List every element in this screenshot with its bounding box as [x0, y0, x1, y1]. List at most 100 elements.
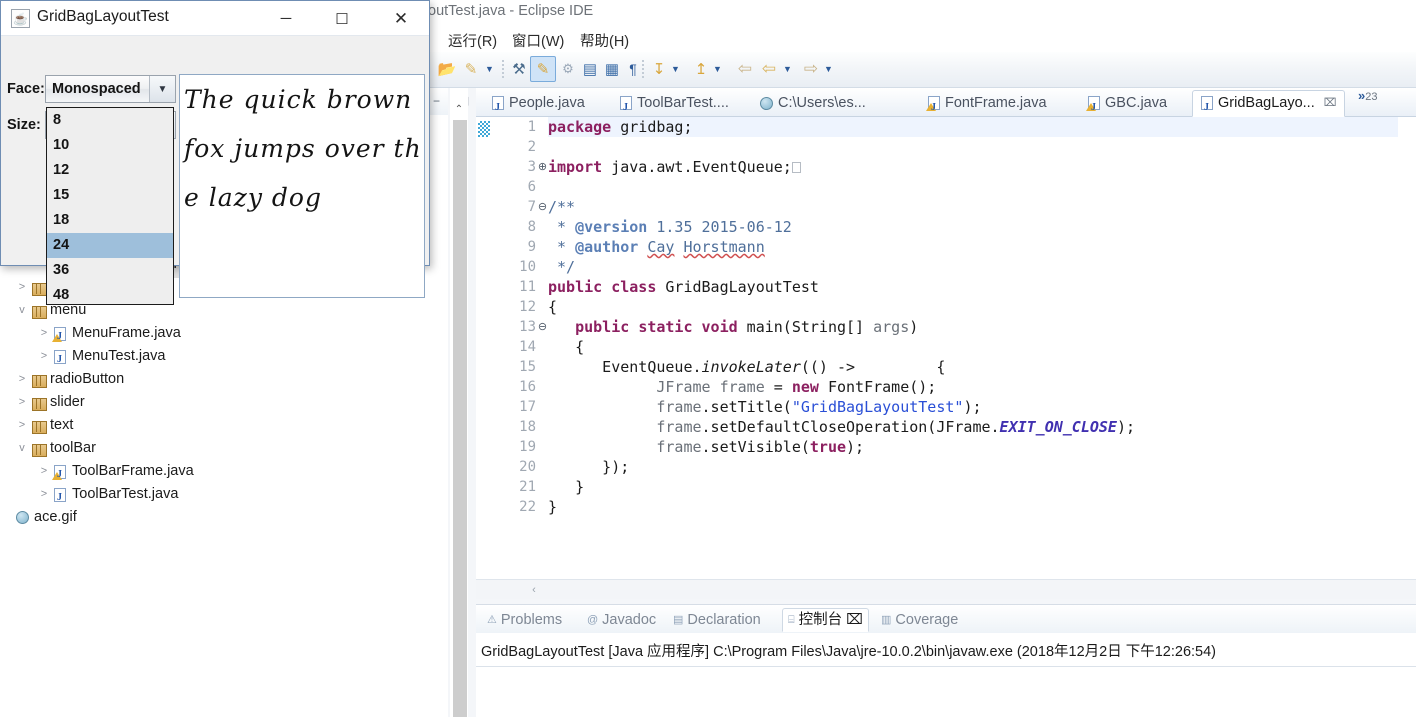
editor-annotation-ruler[interactable]: [476, 117, 492, 579]
console-output-area[interactable]: GridBagLayoutTest [Java 应用程序] C:\Program…: [476, 633, 1416, 717]
window-minimize-button[interactable]: ─: [263, 1, 309, 36]
tree-twisty-icon[interactable]: >: [16, 391, 28, 414]
fold-toggle-icon[interactable]: ⊖: [537, 197, 548, 217]
editor-tab[interactable]: C:\Users\es...: [752, 90, 874, 117]
tree-twisty-icon[interactable]: >: [38, 460, 50, 483]
console-tab[interactable]: ⚠ Problems: [482, 608, 567, 632]
code-line[interactable]: {: [548, 297, 1416, 317]
dropdown-arrow-5-icon[interactable]: ▼: [824, 65, 834, 75]
code-line[interactable]: * @version 1.35 2015-06-12: [548, 217, 1416, 237]
swing-title-bar[interactable]: ☕ GridBagLayoutTest ─ ☐ ✕: [1, 1, 429, 36]
tree-twisty-icon[interactable]: >: [38, 483, 50, 506]
back-history-icon[interactable]: ⇦: [734, 58, 756, 80]
size-dropdown-popup[interactable]: 8 10 12 15 18 24 36 48: [46, 107, 174, 305]
editor-code-area[interactable]: package gridbag; import java.awt.EventQu…: [548, 117, 1416, 579]
tree-item[interactable]: > radioButton: [0, 368, 436, 391]
package-explorer-scrollbar[interactable]: ⌃: [450, 88, 468, 717]
tree-twisty-icon[interactable]: >: [16, 276, 28, 299]
debug-icon[interactable]: ⚒: [508, 58, 530, 80]
code-line[interactable]: package gridbag;: [548, 117, 1416, 137]
code-line[interactable]: });: [548, 457, 1416, 477]
console-tab[interactable]: @ Javadoc: [582, 608, 661, 632]
editor-tab[interactable]: GridBagLayo... ⌧: [1192, 90, 1346, 121]
tree-item[interactable]: > slider: [0, 391, 436, 414]
scroll-left-icon[interactable]: ‹: [526, 582, 542, 598]
console-tab[interactable]: ▤ Declaration: [668, 608, 766, 632]
tree-twisty-icon[interactable]: >: [38, 322, 50, 345]
new-java-class-icon[interactable]: ▤: [579, 58, 601, 80]
tab-overflow-indicator[interactable]: »23: [1358, 88, 1377, 103]
size-option[interactable]: 12: [47, 158, 173, 183]
close-icon[interactable]: ⌧: [1324, 90, 1337, 117]
open-folder-icon[interactable]: 📂: [436, 58, 458, 80]
pencil-icon[interactable]: ✎: [460, 58, 482, 80]
window-close-button[interactable]: ✕: [378, 1, 424, 36]
editor-horizontal-scrollbar[interactable]: ‹: [476, 579, 1416, 599]
size-option[interactable]: 48: [47, 283, 173, 308]
code-line[interactable]: EventQueue.invokeLater(() -> {: [548, 357, 1416, 377]
dropdown-arrow-4-icon[interactable]: ▼: [783, 65, 793, 75]
tree-twisty-icon[interactable]: >: [16, 414, 28, 437]
run-icon[interactable]: ✎: [532, 58, 554, 80]
code-line[interactable]: frame.setDefaultCloseOperation(JFrame.EX…: [548, 417, 1416, 437]
tree-item[interactable]: v toolBar: [0, 437, 436, 460]
scroll-up-icon[interactable]: ⌃: [450, 100, 468, 118]
editor-vertical-scrollbar[interactable]: [1398, 117, 1416, 579]
console-tab[interactable]: ⌸ 控制台 ⌧: [782, 608, 869, 632]
dropdown-arrow-3-icon[interactable]: ▼: [713, 65, 723, 75]
console-tab[interactable]: ▥ Coverage: [876, 608, 963, 632]
code-line[interactable]: import java.awt.EventQueue;: [548, 157, 1416, 177]
code-line[interactable]: * @author Cay Horstmann: [548, 237, 1416, 257]
code-line[interactable]: [548, 137, 1416, 157]
code-line[interactable]: {: [548, 337, 1416, 357]
tree-item[interactable]: > MenuTest.java: [0, 345, 436, 371]
close-icon[interactable]: ⌧: [846, 608, 863, 632]
run-configurations-icon[interactable]: ⚙: [557, 58, 579, 80]
scrollbar-thumb[interactable]: [453, 120, 467, 717]
editor-tab[interactable]: FontFrame.java: [920, 90, 1055, 121]
window-maximize-button[interactable]: ☐: [319, 1, 365, 36]
next-annotation-icon[interactable]: ↧: [648, 58, 670, 80]
chevron-down-icon[interactable]: ▼: [149, 76, 175, 102]
fold-toggle-icon[interactable]: ⊖: [537, 317, 548, 337]
tree-item[interactable]: > ToolBarFrame.java: [0, 460, 436, 486]
forward-icon[interactable]: ⇨: [800, 58, 822, 80]
menu-item-run[interactable]: 运行(R): [444, 29, 501, 52]
editor-tab[interactable]: ToolBarTest....: [612, 90, 737, 121]
console-tab-bar[interactable]: ⚠ Problems @ Javadoc ▤ Declaration ⌸ 控制台 ⌧ ▥ Cover…: [476, 605, 1416, 633]
tree-item[interactable]: > MenuFrame.java: [0, 322, 436, 348]
dropdown-arrow-1-icon[interactable]: ▼: [485, 65, 495, 75]
code-line[interactable]: frame.setVisible(true);: [548, 437, 1416, 457]
face-combobox[interactable]: Monospaced ▼: [45, 75, 176, 103]
size-option[interactable]: 36: [47, 258, 173, 283]
view-menu-icon[interactable]: ▦: [601, 58, 623, 80]
tree-item[interactable]: > ToolBarTest.java: [0, 483, 436, 509]
menu-item-window[interactable]: 窗口(W): [508, 29, 568, 52]
code-line[interactable]: }: [548, 497, 1416, 517]
dropdown-arrow-2-icon[interactable]: ▼: [671, 65, 681, 75]
prev-annotation-icon[interactable]: ↥: [690, 58, 712, 80]
back-icon[interactable]: ⇦: [758, 58, 780, 80]
code-line[interactable]: */: [548, 257, 1416, 277]
menu-item-help[interactable]: 帮助(H): [576, 29, 633, 52]
code-line[interactable]: JFrame frame = new FontFrame();: [548, 377, 1416, 397]
code-line[interactable]: public class GridBagLayoutTest: [548, 277, 1416, 297]
editor-tab-bar[interactable]: People.java ToolBarTest.... C:\Users\es...…: [476, 88, 1416, 121]
tree-item[interactable]: ace.gif: [0, 506, 436, 529]
tree-twisty-icon[interactable]: v: [16, 299, 28, 322]
tree-twisty-icon[interactable]: v: [16, 437, 28, 460]
tree-twisty-icon[interactable]: >: [38, 345, 50, 368]
tree-item[interactable]: > text: [0, 414, 436, 437]
code-line[interactable]: public static void main(String[] args): [548, 317, 1416, 337]
size-option[interactable]: 10: [47, 133, 173, 158]
paragraph-icon[interactable]: ¶: [622, 58, 644, 80]
size-option[interactable]: 8: [47, 108, 173, 133]
code-editor[interactable]: 1 2 3 6 7 8 9 10 11 12 13 14 15 16 17 18 19 20 21 22 ⊕ ⊖ ⊖ pa…: [476, 117, 1416, 579]
size-option[interactable]: 18: [47, 208, 173, 233]
code-line[interactable]: /**: [548, 197, 1416, 217]
tree-twisty-icon[interactable]: >: [16, 368, 28, 391]
code-line[interactable]: frame.setTitle("GridBagLayoutTest");: [548, 397, 1416, 417]
size-option[interactable]: 24: [47, 233, 173, 258]
editor-tab[interactable]: GBC.java: [1080, 90, 1175, 121]
fold-toggle-icon[interactable]: ⊕: [537, 157, 548, 177]
